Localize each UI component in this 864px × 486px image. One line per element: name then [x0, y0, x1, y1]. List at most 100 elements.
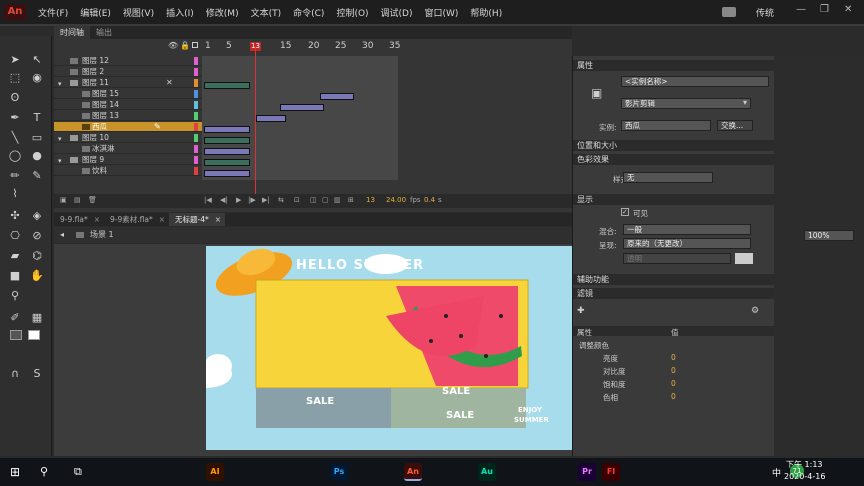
zoom-tool-icon[interactable]: ⚲	[6, 288, 24, 304]
blend-select[interactable]: 一般	[623, 224, 751, 235]
eye-icon[interactable]: 👁	[168, 41, 178, 50]
clock-date[interactable]: 2020-4-16	[784, 472, 825, 481]
tween-span[interactable]	[204, 82, 250, 89]
pencil-tool-icon[interactable]: ✏	[6, 168, 24, 184]
menu-file[interactable]: 文件(F)	[32, 6, 74, 19]
camera-icon[interactable]: ■	[6, 268, 24, 284]
ime-indicator[interactable]: 中	[772, 466, 781, 479]
3d-rotation-icon[interactable]: ◉	[28, 70, 46, 86]
filter-row-value[interactable]: 0	[671, 392, 676, 401]
flash-app-icon[interactable]: Fl	[602, 463, 620, 481]
edit-multiple-icon[interactable]: ▥	[334, 196, 341, 204]
swap-button[interactable]: 交换...	[717, 120, 753, 131]
lock-icon[interactable]: 🔒	[180, 41, 190, 50]
last-frame-icon[interactable]: ▶|	[262, 196, 270, 204]
add-filter-icon[interactable]: ✚	[577, 306, 585, 316]
menu-control[interactable]: 控制(O)	[330, 6, 374, 19]
tween-span[interactable]	[204, 159, 250, 166]
search-icon[interactable]: ⚲	[40, 465, 48, 478]
illustrator-app-icon[interactable]: AI	[206, 463, 224, 481]
chevron-down-icon[interactable]: ▾	[743, 98, 747, 107]
menu-edit[interactable]: 编辑(E)	[74, 6, 117, 19]
menu-help[interactable]: 帮助(H)	[464, 6, 508, 19]
menu-modify[interactable]: 修改(M)	[200, 6, 245, 19]
back-arrow-icon[interactable]: ◂	[60, 227, 64, 243]
ink-bottle-icon[interactable]: ⎔	[6, 228, 24, 244]
fill-color-white-swatch[interactable]	[28, 330, 40, 340]
tween-span[interactable]	[320, 93, 354, 100]
prev-frame-icon[interactable]: ◀|	[220, 196, 228, 204]
section-display[interactable]: 显示	[573, 194, 775, 205]
tween-span[interactable]	[280, 104, 324, 111]
hidden-x-icon[interactable]: ✕	[166, 78, 173, 88]
menu-view[interactable]: 视图(V)	[117, 6, 160, 19]
filter-row-value[interactable]: 0	[671, 379, 676, 388]
tween-span[interactable]	[204, 148, 250, 155]
menu-debug[interactable]: 调试(D)	[375, 6, 419, 19]
scene-label[interactable]: 场景 1	[90, 227, 114, 243]
workspace-switcher[interactable]: 传统	[750, 6, 780, 19]
menu-text[interactable]: 文本(T)	[245, 6, 288, 19]
restore-icon[interactable]: ❐	[820, 4, 829, 15]
onion-markers-icon[interactable]: ⊞	[348, 196, 354, 204]
polystar-tool-icon[interactable]: ●	[28, 148, 46, 164]
frame-grid[interactable]	[202, 56, 398, 180]
subselection-tool-icon[interactable]: ↖	[28, 52, 46, 68]
render-select[interactable]: 原来的（无更改）	[623, 238, 751, 249]
new-layer-icon[interactable]: ▣	[60, 196, 67, 204]
selection-tool-icon[interactable]: ➤	[6, 52, 24, 68]
play-icon[interactable]: ▶	[236, 196, 241, 204]
brush-tool-icon[interactable]: ✎	[28, 168, 46, 184]
lasso-icon[interactable]: ʘ	[6, 90, 24, 106]
fill-color-swatch[interactable]	[10, 330, 22, 340]
menu-insert[interactable]: 插入(I)	[160, 6, 200, 19]
new-folder-icon[interactable]: ▤	[74, 196, 81, 204]
doc-tab-active[interactable]: 无标题-4*	[169, 213, 215, 226]
animate-app-icon[interactable]: An	[404, 463, 422, 481]
width-tool-icon[interactable]: ⌬	[28, 248, 46, 264]
tween-span[interactable]	[256, 115, 286, 122]
menu-window[interactable]: 窗口(W)	[419, 6, 465, 19]
close-tab-icon[interactable]: ×	[94, 213, 100, 226]
paint-bucket-icon[interactable]: ◈	[28, 208, 46, 224]
pen-tool-icon[interactable]: ✒	[6, 110, 24, 126]
paint-brush-icon[interactable]: ⌇	[6, 186, 24, 202]
center-frame-icon[interactable]: ⊡	[294, 196, 300, 204]
clock-time[interactable]: 下午 1:13	[786, 459, 823, 470]
sync-icon[interactable]	[722, 7, 736, 17]
fps-readout[interactable]: 24.00	[386, 196, 406, 204]
stage[interactable]: HELLO SUMMER SALE SALE SALE ENJOY SUMMER	[206, 246, 572, 450]
outline-icon[interactable]	[192, 42, 198, 48]
section-accessibility[interactable]: 辅助功能	[573, 274, 775, 285]
tab-output[interactable]: 输出	[90, 26, 118, 39]
windows-start-icon[interactable]: ⊞	[10, 465, 20, 479]
close-tab-icon[interactable]: ×	[214, 213, 226, 226]
tween-span[interactable]	[204, 170, 250, 177]
close-icon[interactable]: ✕	[844, 4, 852, 15]
filter-group[interactable]: 调整颜色	[579, 340, 609, 351]
tab-timeline[interactable]: 时间轴	[54, 26, 90, 39]
grid-icon[interactable]: ▦	[28, 310, 46, 326]
section-color-effect[interactable]: 色彩效果	[573, 154, 775, 165]
first-frame-icon[interactable]: |◀	[204, 196, 212, 204]
section-position[interactable]: 位置和大小	[573, 140, 775, 151]
bg-color-swatch[interactable]	[735, 253, 753, 264]
time-readout[interactable]: 0.4	[424, 196, 435, 204]
filter-row-value[interactable]: 0	[671, 353, 676, 362]
style-select[interactable]: 无	[623, 172, 713, 183]
zoom-select[interactable]: 100%	[804, 230, 854, 241]
snap-magnet-icon[interactable]: ∩	[6, 366, 24, 382]
filter-options-icon[interactable]: ⚙	[751, 306, 759, 316]
delete-layer-icon[interactable]: 🗑	[88, 196, 97, 204]
bone-tool-icon[interactable]: ✣	[6, 208, 24, 224]
onion-outline-icon[interactable]: ▢	[322, 196, 329, 204]
minimize-icon[interactable]: —	[796, 4, 806, 15]
tween-span[interactable]	[204, 126, 250, 133]
hand-tool-icon[interactable]: ✋	[28, 268, 46, 284]
oval-tool-icon[interactable]: ◯	[6, 148, 24, 164]
doc-tab[interactable]: 9-9.fla*	[54, 213, 94, 226]
line-tool-icon[interactable]: ╲	[6, 130, 24, 146]
filter-row-value[interactable]: 0	[671, 366, 676, 375]
audition-app-icon[interactable]: Au	[478, 463, 496, 481]
symbol-type-select[interactable]: 影片剪辑	[621, 98, 751, 109]
